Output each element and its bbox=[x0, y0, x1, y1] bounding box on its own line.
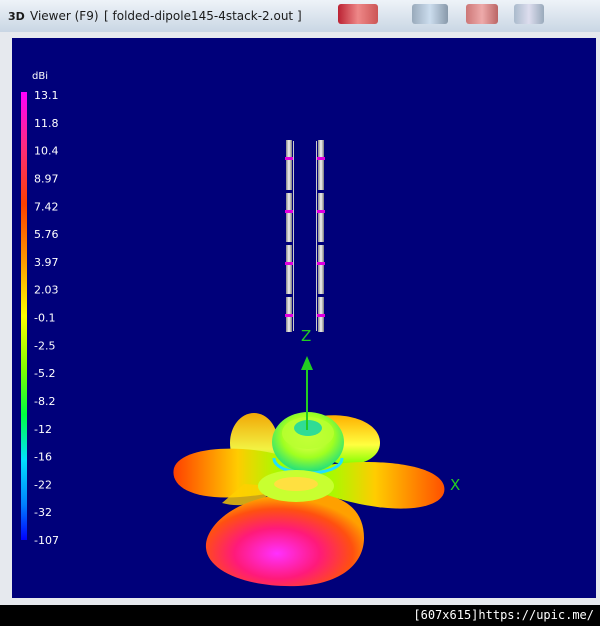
legend-tick-label: 5.76 bbox=[34, 228, 59, 241]
antenna-rod-right bbox=[318, 140, 324, 332]
legend-tick-label: 11.8 bbox=[34, 117, 59, 130]
taskbar-blur-1 bbox=[338, 4, 378, 24]
legend-tick-label: -2.5 bbox=[34, 339, 55, 352]
window-titlebar: 3D Viewer (F9) [ folded-dipole145-4stack… bbox=[0, 0, 600, 33]
footer-watermark: [607x615]https://upic.me/ bbox=[413, 608, 594, 622]
legend-tick-label: 7.42 bbox=[34, 200, 59, 213]
image-footer: [607x615]https://upic.me/ bbox=[0, 605, 600, 626]
taskbar-blur-4 bbox=[514, 4, 544, 24]
color-scale-bar bbox=[21, 92, 27, 540]
legend-tick-label: -5.2 bbox=[34, 367, 55, 380]
antenna-rod-left bbox=[286, 140, 292, 332]
legend-tick-label: 2.03 bbox=[34, 284, 59, 297]
legend-tick-label: -16 bbox=[34, 451, 52, 464]
z-axis-label: Z bbox=[301, 327, 311, 345]
viewer-3d-icon: 3D bbox=[8, 10, 25, 23]
taskbar-blur-2 bbox=[412, 4, 448, 24]
legend-tick-label: -0.1 bbox=[34, 312, 55, 325]
legend-tick-label: 8.97 bbox=[34, 172, 59, 185]
legend-tick-label: -22 bbox=[34, 478, 52, 491]
legend-tick-label: -12 bbox=[34, 423, 52, 436]
legend-ticks: 13.1 11.8 10.4 8.97 7.42 5.76 3.97 2.03 -0.1 -2.5… bbox=[34, 89, 59, 547]
pattern-canvas[interactable]: dBi 13.1 11.8 10.4 8.97 7.42 5.76 3.97 2.03 -0.1… bbox=[12, 38, 596, 598]
taskbar-blur-3 bbox=[466, 4, 498, 24]
x-axis-label: X bbox=[450, 476, 460, 494]
antenna-stack bbox=[285, 140, 325, 332]
legend-tick-label: -107 bbox=[34, 534, 59, 547]
legend-tick-label: 13.1 bbox=[34, 89, 59, 102]
radiation-pattern bbox=[173, 412, 445, 587]
3d-viewport[interactable]: dBi 13.1 11.8 10.4 8.97 7.42 5.76 3.97 2.03 -0.1… bbox=[12, 38, 596, 598]
legend-tick-label: -32 bbox=[34, 506, 52, 519]
window-title: Viewer (F9) bbox=[30, 9, 99, 23]
z-axis-arrow-icon bbox=[301, 356, 313, 370]
legend-tick-label: 3.97 bbox=[34, 256, 59, 269]
legend-tick-label: 10.4 bbox=[34, 145, 59, 158]
legend-unit: dBi bbox=[32, 71, 48, 82]
window-file-name: [ folded-dipole145-4stack-2.out ] bbox=[104, 9, 302, 23]
legend-tick-label: -8.2 bbox=[34, 395, 55, 408]
